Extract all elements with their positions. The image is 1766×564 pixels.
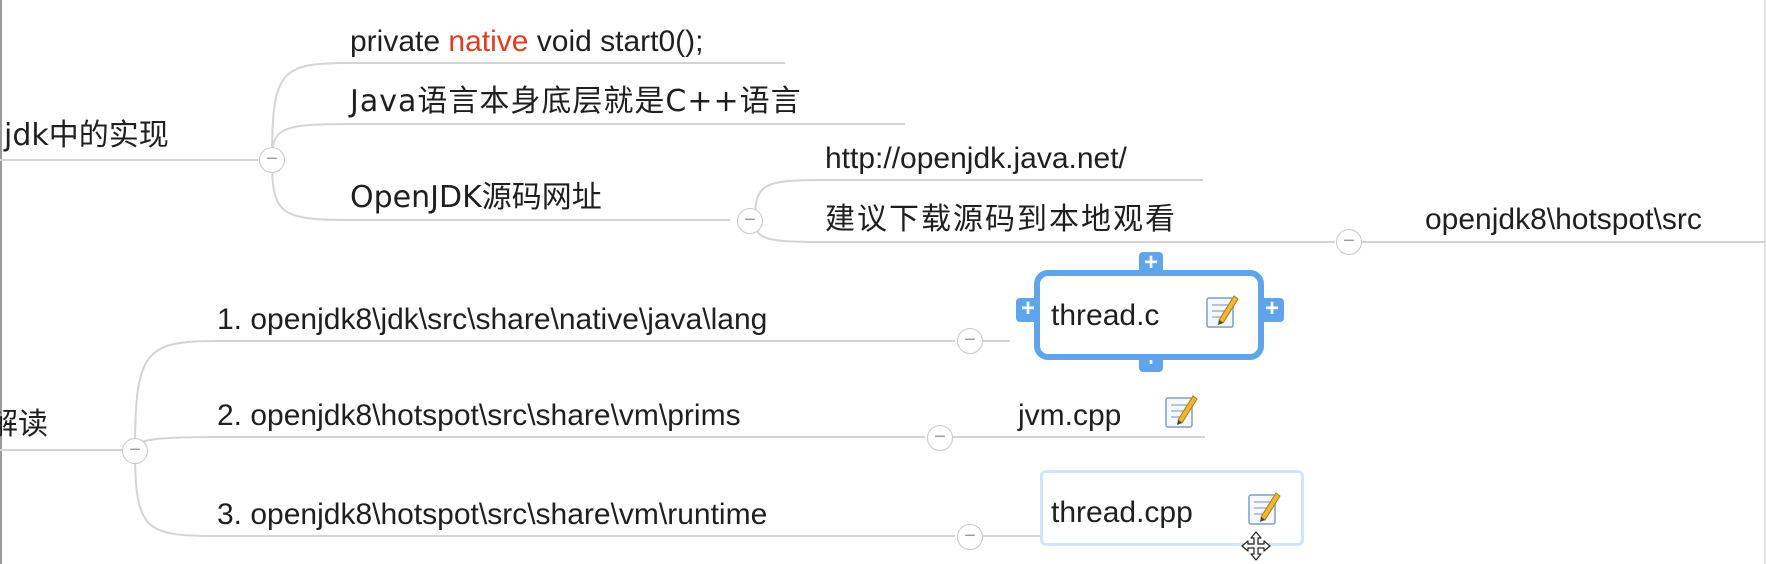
collapse-button-jdk-impl[interactable]: − <box>259 147 285 173</box>
node-openjdk-source[interactable]: OpenJDK源码网址 <box>350 180 602 216</box>
node-item-3[interactable]: 3. openjdk8\hotspot\src\share\vm\runtime <box>217 497 767 533</box>
file-thread-c[interactable]: thread.c <box>1051 298 1159 334</box>
node-item-2[interactable]: 2. openjdk8\hotspot\src\share\vm\prims <box>217 398 741 434</box>
collapse-button-download[interactable]: − <box>1336 229 1362 255</box>
collapse-button-item-2[interactable]: − <box>927 425 953 451</box>
branch-jdk-impl[interactable]: jdk中的实现 <box>4 118 169 154</box>
node-openjdk-url[interactable]: http://openjdk.java.net/ <box>825 141 1127 177</box>
collapse-button-openjdk[interactable]: − <box>737 208 763 234</box>
node-native-decl[interactable]: private native void start0(); <box>350 24 704 60</box>
note-icon[interactable] <box>1205 293 1239 329</box>
mindmap-canvas[interactable]: jdk中的实现 解读 private native void start0();… <box>0 0 1766 564</box>
native-keyword: native <box>448 25 529 58</box>
connector-java-cpp <box>271 123 905 161</box>
note-icon[interactable] <box>1247 490 1281 526</box>
connector-lines <box>0 62 1766 537</box>
native-decl-prefix: private <box>350 25 449 58</box>
collapse-button-jiedu[interactable]: − <box>122 438 148 464</box>
note-icon[interactable] <box>1164 393 1198 429</box>
branch-jiedu[interactable]: 解读 <box>0 407 48 443</box>
file-jvm-cpp[interactable]: jvm.cpp <box>1018 398 1121 434</box>
move-cursor-icon <box>1241 531 1271 561</box>
file-thread-cpp[interactable]: thread.cpp <box>1051 495 1193 531</box>
node-java-cpp[interactable]: Java语言本身底层就是C++语言 <box>350 84 802 120</box>
collapse-button-item-3[interactable]: − <box>957 524 983 550</box>
connector-item-2 <box>134 436 925 451</box>
node-download-tip[interactable]: 建议下载源码到本地观看 <box>825 202 1177 238</box>
collapse-button-item-1[interactable]: − <box>957 328 983 354</box>
native-decl-suffix: void start0(); <box>528 25 704 58</box>
node-item-1[interactable]: 1. openjdk8\jdk\src\share\native\java\la… <box>217 302 767 338</box>
node-hotspot-src[interactable]: openjdk8\hotspot\src <box>1425 202 1702 238</box>
